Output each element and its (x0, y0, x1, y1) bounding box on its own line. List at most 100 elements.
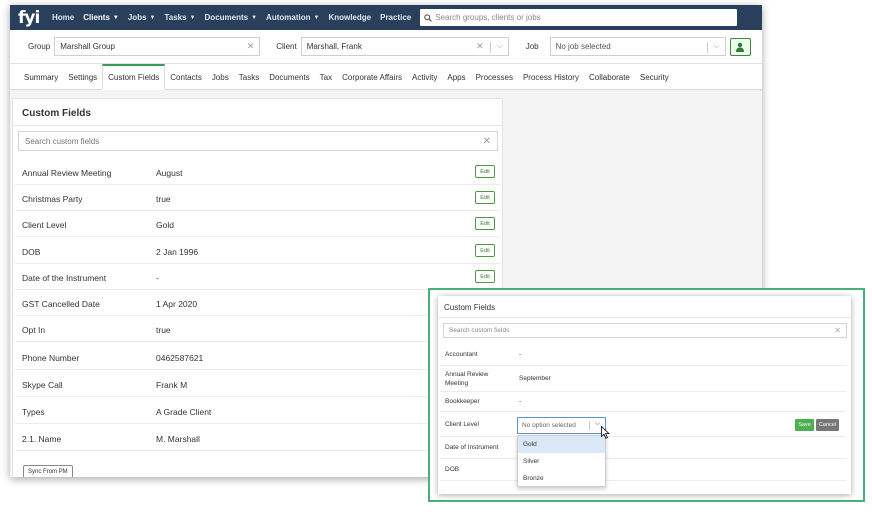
tab-collaborate[interactable]: Collaborate (584, 63, 635, 89)
nav-item-home[interactable]: Home (52, 13, 74, 22)
overlay-search-input[interactable]: Search custom fields ✕ (443, 323, 847, 338)
panel-title: Custom Fields (13, 99, 502, 126)
person-icon (736, 42, 745, 52)
tab-tasks[interactable]: Tasks (234, 63, 264, 89)
save-button[interactable]: Save (795, 419, 814, 431)
option-gold[interactable]: Gold (518, 436, 605, 453)
field-label: Date of the Instrument (22, 273, 107, 283)
tab-documents[interactable]: Documents (264, 63, 314, 89)
field-label: Skype Call (22, 380, 63, 390)
custom-field-row: Date of the Instrument - Edit (15, 264, 500, 290)
custom-field-row: Christmas Party true Edit (15, 185, 500, 211)
overlay-field-label: DOB (445, 466, 460, 473)
option-silver[interactable]: Silver (518, 453, 605, 470)
caret-down-icon: ▼ (251, 14, 258, 21)
chevron-down-icon[interactable]: ⌵ (497, 41, 503, 51)
field-label: Christmas Party (22, 194, 83, 204)
nav-item-label: Automation (266, 13, 311, 22)
nav-item-documents[interactable]: Documents ▼ (205, 13, 258, 22)
overlay-field-label: Bookkeeper (445, 398, 480, 405)
tab-apps[interactable]: Apps (442, 63, 470, 89)
client-level-placeholder: No option selected (522, 422, 576, 429)
clear-group-icon[interactable]: ✕ (247, 41, 255, 52)
edit-button[interactable]: Edit (475, 191, 495, 204)
nav-item-automation[interactable]: Automation ▼ (266, 13, 319, 22)
nav-item-clients[interactable]: Clients ▼ (83, 13, 119, 22)
group-select-value: Marshall Group (60, 42, 115, 51)
tab-summary[interactable]: Summary (19, 63, 63, 89)
overlay-field-value: September (519, 375, 551, 382)
tab-security[interactable]: Security (635, 63, 674, 89)
edit-button[interactable]: Edit (475, 244, 495, 257)
tab-contacts[interactable]: Contacts (165, 63, 207, 89)
field-label: Types (22, 407, 45, 417)
field-value: M. Marshall (156, 434, 200, 444)
overlay-field-label: Date of Instrument (445, 444, 499, 451)
tab-process-history[interactable]: Process History (518, 63, 584, 89)
job-label: Job (525, 42, 539, 51)
clear-search-icon[interactable]: ✕ (834, 326, 841, 335)
tab-tax[interactable]: Tax (315, 63, 337, 89)
edit-button[interactable]: Edit (475, 270, 495, 283)
field-value: 2 Jan 1996 (156, 247, 199, 257)
new-job-button[interactable] (729, 37, 751, 56)
custom-fields-card: Custom Fields Search custom fields ✕ Acc… (438, 296, 851, 494)
caret-down-icon: ▼ (189, 14, 196, 21)
custom-field-row: DOB 2 Jan 1996 Edit (15, 238, 500, 264)
field-value: Gold (156, 220, 174, 230)
field-value: true (156, 194, 171, 204)
tab-activity[interactable]: Activity (407, 63, 442, 89)
edit-button[interactable]: Edit (475, 165, 495, 178)
field-value: true (156, 325, 171, 335)
sync-from-pm-button[interactable]: Sync From PM (23, 465, 73, 477)
field-value: 1 Apr 2020 (156, 299, 198, 309)
zoom-callout: Custom Fields Search custom fields ✕ Acc… (428, 288, 865, 502)
nav-item-tasks[interactable]: Tasks ▼ (164, 13, 195, 22)
group-label: Group (28, 42, 51, 51)
tab-corporate-affairs[interactable]: Corporate Affairs (337, 63, 407, 89)
overlay-field-row: Accountant - (440, 344, 846, 366)
select-separator (589, 421, 590, 430)
nav-item-label: Clients (83, 13, 110, 22)
global-search-placeholder: Search groups, clients or jobs (435, 13, 541, 22)
nav-item-jobs[interactable]: Jobs ▼ (128, 13, 156, 22)
tab-custom-fields[interactable]: Custom Fields (102, 64, 166, 90)
option-bronze[interactable]: Bronze (518, 470, 605, 487)
overlay-title: Custom Fields (438, 296, 851, 318)
overlay-field-value: - (519, 351, 522, 358)
nav-item-label: Tasks (164, 13, 187, 22)
client-select-separator (489, 42, 491, 53)
group-select[interactable]: Marshall Group ✕ (54, 37, 261, 56)
field-label: Client Level (22, 220, 67, 230)
client-select-value: Marshall, Frank (306, 42, 362, 51)
overlay-field-row: DOB (440, 459, 846, 481)
tab-processes[interactable]: Processes (471, 63, 518, 89)
search-icon (424, 13, 433, 22)
overlay-field-label: Annual Review Meeting (445, 371, 489, 387)
field-value: A Grade Client (156, 407, 212, 417)
clear-search-icon[interactable]: ✕ (483, 136, 491, 147)
caret-down-icon: ▼ (149, 14, 156, 21)
custom-fields-search-input[interactable]: Search custom fields ✕ (18, 131, 498, 151)
fyi-logo[interactable]: fyi (18, 8, 43, 28)
job-select[interactable]: No job selected ⌵ (549, 37, 726, 56)
job-select-value: No job selected (555, 42, 611, 51)
clear-client-icon[interactable]: ✕ (476, 41, 484, 52)
chevron-down-icon[interactable]: ⌵ (595, 420, 600, 428)
tab-settings[interactable]: Settings (63, 63, 102, 89)
edit-button[interactable]: Edit (475, 217, 495, 230)
job-select-separator (706, 42, 708, 53)
tab-jobs[interactable]: Jobs (207, 63, 234, 89)
custom-field-row: Annual Review Meeting August Edit (15, 159, 500, 185)
nav-item-practice[interactable]: Practice (380, 13, 411, 22)
chevron-down-icon[interactable]: ⌵ (714, 41, 720, 51)
nav-item-label: Home (52, 13, 75, 22)
client-select[interactable]: Marshall, Frank ✕ ⌵ (300, 37, 509, 56)
nav-item-knowledge[interactable]: Knowledge (328, 13, 371, 22)
cancel-button[interactable]: Cancel (816, 419, 839, 431)
client-level-select[interactable]: No option selected ⌵ (517, 417, 606, 434)
overlay-field-value: - (519, 398, 522, 405)
global-search-input[interactable]: Search groups, clients or jobs (420, 9, 738, 26)
overlay-field-row: Bookkeeper - (440, 392, 846, 412)
field-value: - (156, 273, 159, 283)
